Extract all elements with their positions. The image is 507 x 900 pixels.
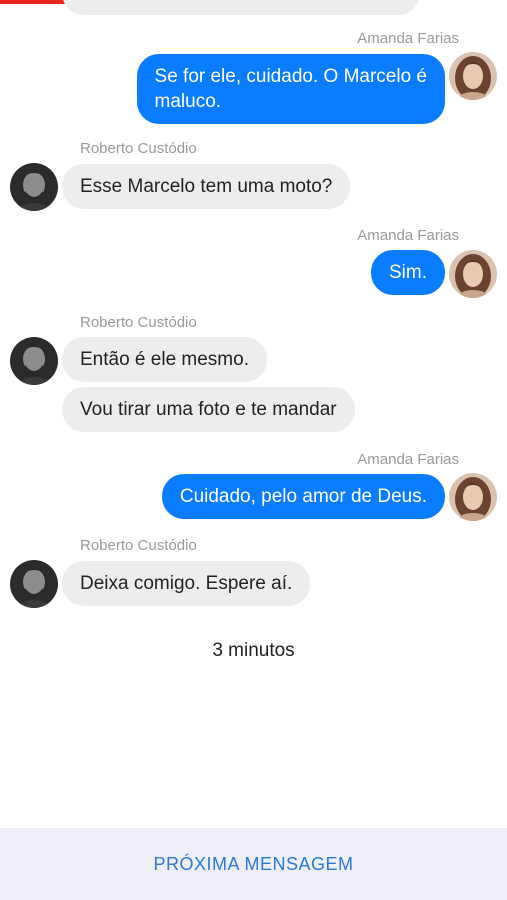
message-bubble-received: Vou tirar uma foto e te mandar (62, 387, 355, 432)
sender-name: Roberto Custódio (80, 140, 197, 157)
roberto-avatar (10, 560, 58, 608)
previous-message-bubble (62, 0, 420, 15)
message-bubble-sent: Sim. (371, 250, 445, 295)
time-divider: 3 minutos (212, 640, 295, 661)
message-bubble-received: Esse Marcelo tem uma moto? (62, 164, 351, 209)
sender-name: Roberto Custódio (80, 314, 197, 331)
roberto-avatar (10, 163, 58, 211)
message-bubble-received: Deixa comigo. Espere aí. (62, 561, 311, 606)
amanda-avatar (449, 473, 497, 521)
roberto-avatar (10, 337, 58, 385)
amanda-avatar (449, 250, 497, 298)
amanda-avatar (449, 52, 497, 100)
next-message-button[interactable]: PRÓXIMA MENSAGEM (153, 854, 353, 875)
message-bubble-sent: Cuidado, pelo amor de Deus. (161, 474, 445, 519)
sender-name: Amanda Farias (357, 227, 459, 244)
sender-name: Roberto Custódio (80, 537, 197, 554)
sender-name: Amanda Farias (357, 451, 459, 468)
sender-name: Amanda Farias (357, 30, 459, 47)
message-bubble-sent: Se for ele, cuidado. O Marcelo é maluco. (136, 54, 445, 124)
message-bubble-received: Então é ele mesmo. (62, 337, 267, 382)
footer-bar: PRÓXIMA MENSAGEM (0, 828, 507, 900)
